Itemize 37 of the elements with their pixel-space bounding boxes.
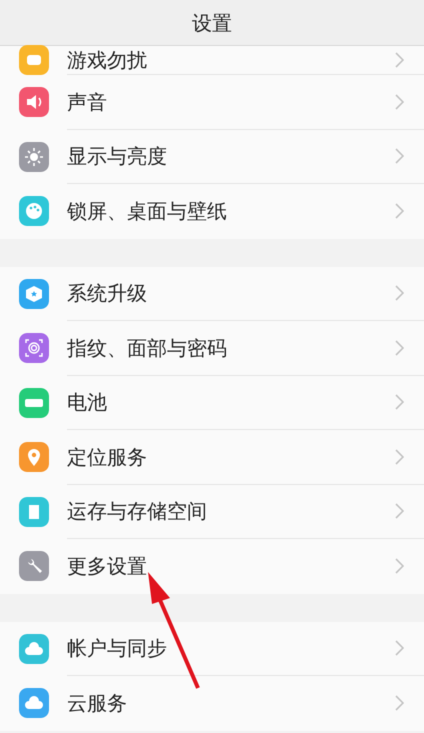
settings-row[interactable]: 帐户与同步	[0, 622, 424, 676]
settings-row[interactable]: 锁屏、桌面与壁纸	[0, 184, 424, 238]
setting-label: 锁屏、桌面与壁纸	[67, 198, 227, 226]
settings-row[interactable]: 定位服务	[0, 430, 424, 484]
chevron-right-icon	[394, 148, 404, 164]
setting-label: 云服务	[67, 690, 127, 718]
setting-label: 电池	[67, 389, 107, 416]
settings-row[interactable]: 显示与亮度	[0, 130, 424, 184]
chevron-right-icon	[394, 285, 404, 302]
setting-label: 更多设置	[67, 553, 147, 580]
chevron-right-icon	[394, 394, 404, 410]
settings-row[interactable]: 指纹、面部与密码	[0, 321, 424, 376]
setting-label: 显示与亮度	[67, 143, 167, 170]
settings-row[interactable]: 系统升级	[0, 266, 424, 321]
chevron-right-icon	[394, 52, 404, 68]
setting-label: 帐户与同步	[67, 635, 167, 662]
settings-row[interactable]: 游戏勿扰	[0, 46, 424, 75]
setting-label: 定位服务	[67, 444, 147, 471]
settings-row[interactable]: 声音	[0, 75, 424, 130]
chevron-right-icon	[394, 640, 404, 656]
setting-label: 游戏勿扰	[67, 47, 147, 74]
chevron-right-icon	[394, 558, 404, 574]
settings-row[interactable]: 更多设置	[0, 539, 424, 594]
setting-label: 系统升级	[67, 280, 147, 308]
chevron-right-icon	[394, 695, 404, 712]
setting-label: 声音	[67, 88, 107, 116]
settings-row[interactable]: 电池	[0, 376, 424, 430]
chevron-right-icon	[394, 448, 404, 465]
setting-label: 运存与存储空间	[67, 498, 207, 526]
window-title: 设置	[192, 10, 232, 36]
setting-label: 指纹、面部与密码	[67, 334, 227, 362]
settings-row[interactable]: 运存与存储空间	[0, 484, 424, 539]
chevron-right-icon	[394, 503, 404, 520]
settings-row[interactable]: 云服务	[0, 676, 424, 730]
chevron-right-icon	[394, 94, 404, 110]
chevron-right-icon	[394, 340, 404, 356]
chevron-right-icon	[394, 203, 404, 220]
